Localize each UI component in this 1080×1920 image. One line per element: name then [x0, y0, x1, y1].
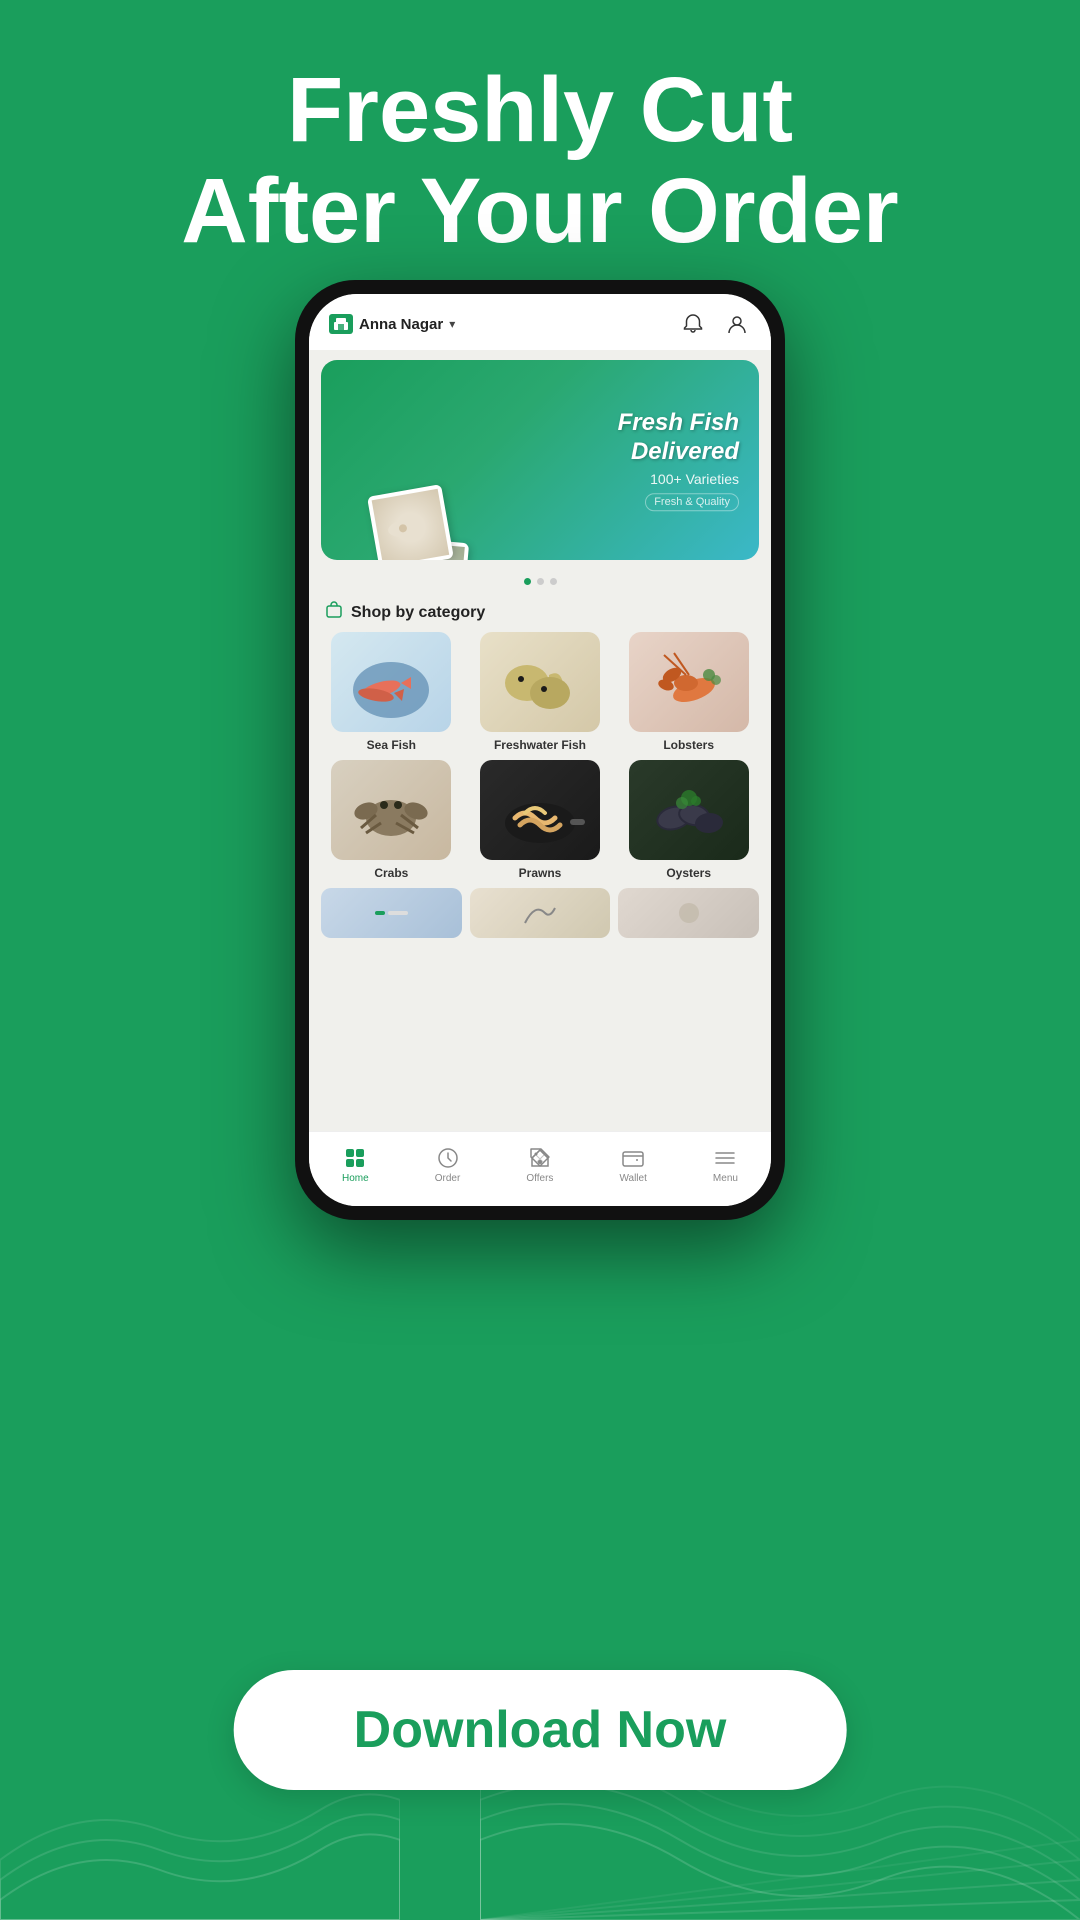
nav-wallet[interactable]: Wallet [619, 1146, 646, 1184]
category-crabs[interactable]: Crabs [321, 760, 462, 880]
topbar-icons [679, 310, 751, 338]
category-lobsters[interactable]: Lobsters [618, 632, 759, 752]
nav-home-label: Home [342, 1173, 369, 1184]
headline-line1: Freshly Cut [60, 60, 1020, 161]
category-section-header: Shop by category [309, 593, 771, 632]
profile-icon[interactable] [723, 310, 751, 338]
category-prawns[interactable]: Prawns [470, 760, 611, 880]
dot-3[interactable] [550, 578, 557, 585]
headline: Freshly Cut After Your Order [0, 60, 1080, 262]
sea-fish-label: Sea Fish [367, 738, 416, 752]
partial-item-2 [470, 888, 611, 938]
oysters-image [629, 760, 749, 860]
partial-item-3 [618, 888, 759, 938]
category-oysters[interactable]: Oysters [618, 760, 759, 880]
nav-home[interactable]: Home [342, 1146, 369, 1184]
lobsters-image [629, 632, 749, 732]
bottom-navigation: Home Order [309, 1131, 771, 1206]
phone-screen: Anna Nagar ▾ [309, 294, 771, 1206]
prawns-label: Prawns [519, 866, 562, 880]
location-chevron: ▾ [449, 317, 455, 331]
headline-line2: After Your Order [60, 161, 1020, 262]
freshwater-fish-image [480, 632, 600, 732]
nav-menu-label: Menu [713, 1173, 738, 1184]
app-topbar: Anna Nagar ▾ [309, 294, 771, 350]
download-button-wrapper: Download Now [234, 1670, 847, 1790]
location-text: Anna Nagar [359, 316, 443, 333]
banner-title: Fresh FishDelivered [618, 409, 739, 467]
banner-text-block: Fresh FishDelivered 100+ Varieties Fresh… [618, 409, 739, 511]
notification-icon[interactable] [679, 310, 707, 338]
dot-1[interactable] [524, 578, 531, 585]
banner-photo-1 [367, 484, 454, 560]
nav-menu[interactable]: Menu [713, 1146, 738, 1184]
banner-dots [309, 570, 771, 593]
crabs-label: Crabs [374, 866, 408, 880]
oysters-label: Oysters [666, 866, 711, 880]
dot-2[interactable] [537, 578, 544, 585]
nav-offers[interactable]: Offers [526, 1146, 553, 1184]
freshwater-fish-label: Freshwater Fish [494, 738, 586, 752]
category-bag-icon [325, 601, 343, 624]
banner-subtitle: 100+ Varieties [618, 471, 739, 487]
nav-offers-label: Offers [526, 1173, 553, 1184]
nav-order-label: Order [435, 1173, 461, 1184]
store-icon [329, 314, 353, 334]
crabs-image [331, 760, 451, 860]
lobsters-label: Lobsters [663, 738, 714, 752]
partial-item-1 [321, 888, 462, 938]
phone-mockup: Anna Nagar ▾ [295, 280, 785, 1220]
prawns-image [480, 760, 600, 860]
nav-wallet-label: Wallet [619, 1173, 646, 1184]
partial-category-row [309, 880, 771, 938]
location-area[interactable]: Anna Nagar ▾ [329, 314, 455, 334]
nav-order[interactable]: Order [435, 1146, 461, 1184]
download-now-button[interactable]: Download Now [234, 1670, 847, 1790]
fish-image-1 [372, 489, 450, 560]
banner-tagline: Fresh & Quality [645, 493, 739, 511]
category-freshwater-fish[interactable]: Freshwater Fish [470, 632, 611, 752]
sea-fish-image [331, 632, 451, 732]
promo-banner[interactable]: Fresh FishDelivered 100+ Varieties Fresh… [321, 360, 759, 560]
category-sea-fish[interactable]: Sea Fish [321, 632, 462, 752]
phone-outer-frame: Anna Nagar ▾ [295, 280, 785, 1220]
category-grid: Sea Fish Freshwater Fish [309, 632, 771, 880]
category-section-title: Shop by category [351, 604, 485, 622]
